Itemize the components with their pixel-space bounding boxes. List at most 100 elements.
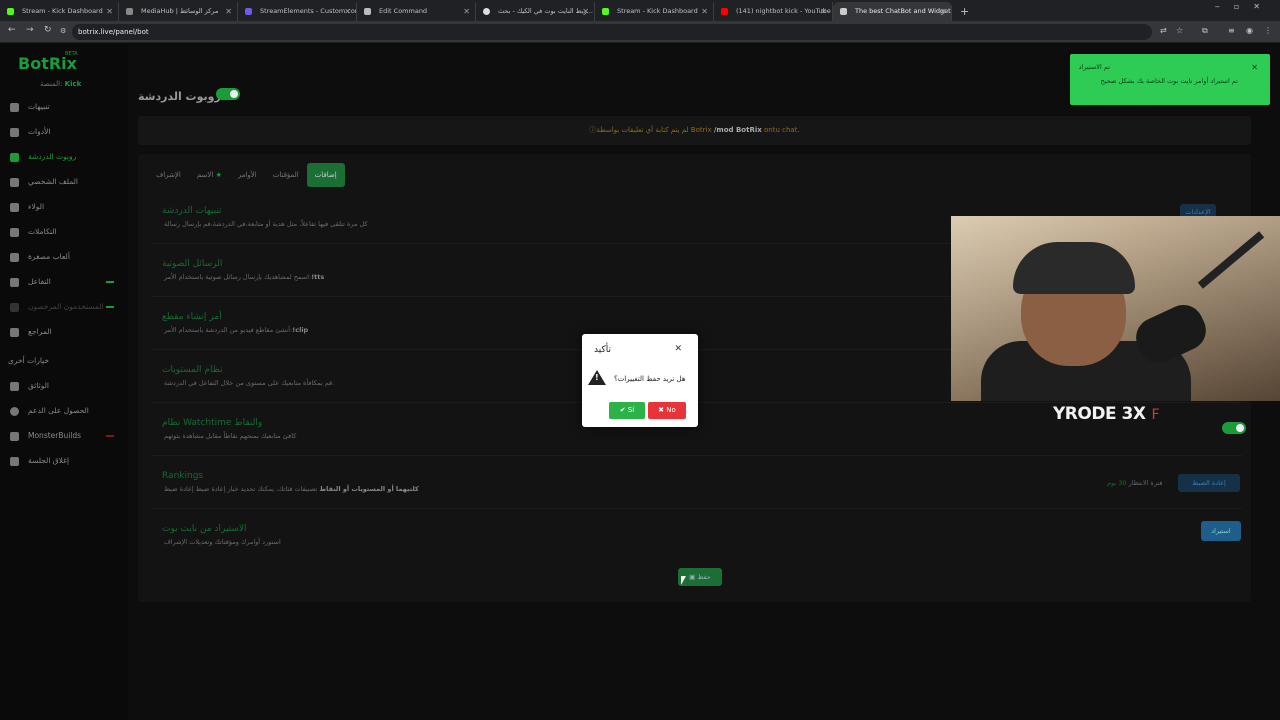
browser-tab[interactable]: (141) nightbot kick - YouTube ✕ [714,2,833,21]
addon-desc: قم بمكافأة متابعيك على مستوى من خلال الت… [164,379,335,387]
integrations-icon [10,227,19,237]
streamer-name-overlay: YRODE 3X F [1053,404,1159,424]
confirm-dialog: تأكيد ✕ هل تريد حفظ التغييرات؟ ✔ Sí ✖ No [582,334,698,427]
extensions-icon[interactable]: ⧉ [1202,26,1208,36]
import-button[interactable]: استيراد [1201,521,1241,541]
toast-title: تم الاستيراد [1078,63,1110,71]
sidebar-item-alerts[interactable]: تنبيهات [10,100,120,114]
kick-icon [7,8,14,15]
sidebar-item-docs[interactable]: الوثائق [10,379,120,393]
browser-tab[interactable]: ربط النايت بوت في الكيك - بحث... ✕ [476,2,595,21]
url-field[interactable]: botrix.live/panel/bot [72,24,1152,40]
sidebar-item-loyalty[interactable]: الولاء [10,200,120,214]
webcam-overlay [951,216,1280,401]
beta-badge: BETA [65,51,78,57]
toast-message: تم استيراد أوامر نايت بوت الخاصة بك بشكل… [1100,77,1238,85]
users-icon [10,302,19,312]
success-toast: تم الاستيراد تم استيراد أوامر نايت بوت ا… [1070,54,1270,105]
music-icon [10,277,19,287]
close-icon[interactable]: ✕ [939,2,946,21]
sidebar-item-references[interactable]: المراجع [10,325,120,339]
tab-addons[interactable]: إضافات [306,163,345,187]
addon-desc: كلتيهما أو المستويات أو النقاط تصنيفات ف… [164,485,419,493]
addon-title: الرسائل الصوتية [162,259,223,269]
close-icon[interactable]: ✕ [674,344,682,354]
sidebar-item-monsterbuilds[interactable]: MonsterBuilds [10,429,120,443]
tools-icon [10,127,19,137]
logout-icon [10,456,19,466]
sidebar-item-logout[interactable]: إغلاق الجلسة [10,454,120,468]
window-controls[interactable]: ‒▫✕ [1215,2,1274,11]
rankings-wait: فترة الانتظار 30 يوم [1107,479,1163,487]
tab-commands[interactable]: الأوامر [230,163,265,187]
media-icon[interactable]: ≡ [1228,26,1235,35]
sidebar-item-minigames[interactable]: ألعاب مصغرة [10,250,120,264]
browser-tab[interactable]: Edit Command ✕ [357,2,476,21]
addon-title: تنبيهات الدردشة [162,206,222,216]
check-icon: ✔ [619,406,626,414]
tab-moderation[interactable]: الإشراف [148,163,189,187]
page-title: روبوت الدردشة [138,90,221,103]
sidebar-item-chatbot[interactable]: روبوت الدردشة [10,150,120,164]
warning-icon [588,370,606,385]
dialog-title: تأكيد [594,345,611,355]
help-icon [10,406,19,416]
addon-desc: كافئ متابعيك بمنحهم نقاطاً مقابل مشاهدة … [164,432,297,440]
promo-badge [106,435,114,437]
close-icon[interactable]: ✕ [463,2,470,21]
youtube-icon [721,8,728,15]
site-info-icon[interactable]: ⚙ [60,27,66,35]
floppy-icon: ▣ [689,573,696,581]
translate-icon[interactable]: ⇄ [1160,26,1167,35]
close-icon[interactable]: ✕ [106,2,113,21]
browser-tab[interactable]: Stream - Kick Dashboard ✕ [595,2,714,21]
close-icon[interactable]: ✕ [582,2,589,21]
reset-rankings-button[interactable]: إعادة الضبط [1178,474,1240,492]
browser-tab[interactable]: StreamElements - Custom comm ✕ [238,2,357,21]
google-icon [483,8,490,15]
close-icon[interactable]: ✕ [1251,63,1258,72]
addon-desc: اسمح لمشاهديك بإرسال رسائل صوتية باستخدا… [164,273,325,281]
browser-tab[interactable]: Stream - Kick Dashboard ✕ [0,2,119,21]
dialog-question: هل تريد حفظ التغييرات؟ [614,375,686,383]
menu-icon[interactable]: ⋮ [1264,26,1272,35]
browser-tab[interactable]: MediaHub | مركز الوسائط ✕ [119,2,238,21]
botrix-icon [840,8,847,15]
bookmark-star-icon[interactable]: ☆ [1176,26,1183,35]
watchtime-toggle[interactable] [1222,422,1246,434]
close-icon[interactable]: ✕ [820,2,827,21]
sidebar-item-interaction[interactable]: التفاعل [10,275,120,289]
profile-icon[interactable]: ◉ [1246,26,1253,35]
confirm-yes-button[interactable]: ✔ Sí [609,402,645,419]
close-icon[interactable]: ✕ [225,2,232,21]
addon-title: أمر إنشاء مقطع [162,312,222,322]
sidebar-item-support[interactable]: الحصول على الدعم [10,404,120,418]
new-badge [106,306,114,308]
close-icon[interactable]: ✕ [701,2,708,21]
chatbot-enable-toggle[interactable] [216,88,240,100]
settings-tabs: الإشراف الاسم ★ الأوامر المؤقتات إضافات [148,163,345,187]
mouse-cursor [681,576,686,585]
forward-icon[interactable]: → [26,25,34,35]
confirm-no-button[interactable]: ✖ No [648,402,686,419]
back-icon[interactable]: ← [8,25,16,35]
monitor-icon [10,431,19,441]
browser-tab-active[interactable]: The best ChatBot and Widgets ✕ [833,2,952,21]
sidebar-other-heading: خيارات أخرى [8,356,50,365]
sidebar-item-integrations[interactable]: التكاملات [10,225,120,239]
sidebar-item-tools[interactable]: الأدوات [10,125,120,139]
x-icon: ✖ [658,406,665,414]
kick-icon [602,8,609,15]
reload-icon[interactable]: ↻ [44,25,52,35]
robot-icon [10,152,19,162]
addon-title: Rankings [162,471,204,481]
close-icon[interactable]: ✕ [344,2,351,21]
sidebar-item-licensed-users[interactable]: المستخدمون المرخصون [10,300,120,314]
new-tab-button[interactable]: + [952,2,977,21]
sidebar-item-profile[interactable]: الملف الشخصي [10,175,120,189]
tab-name[interactable]: الاسم ★ [189,163,230,187]
tab-timers[interactable]: المؤقتات [265,163,307,187]
address-bar: ← → ↻ ⚙ botrix.live/panel/bot ⇄ ☆ ⧉ ≡ ◉ … [0,21,1280,43]
addon-row: Rankings كلتيهما أو المستويات أو النقاط … [152,465,1242,509]
browser-tab-bar: Stream - Kick Dashboard ✕ MediaHub | مركز… [0,0,1280,21]
